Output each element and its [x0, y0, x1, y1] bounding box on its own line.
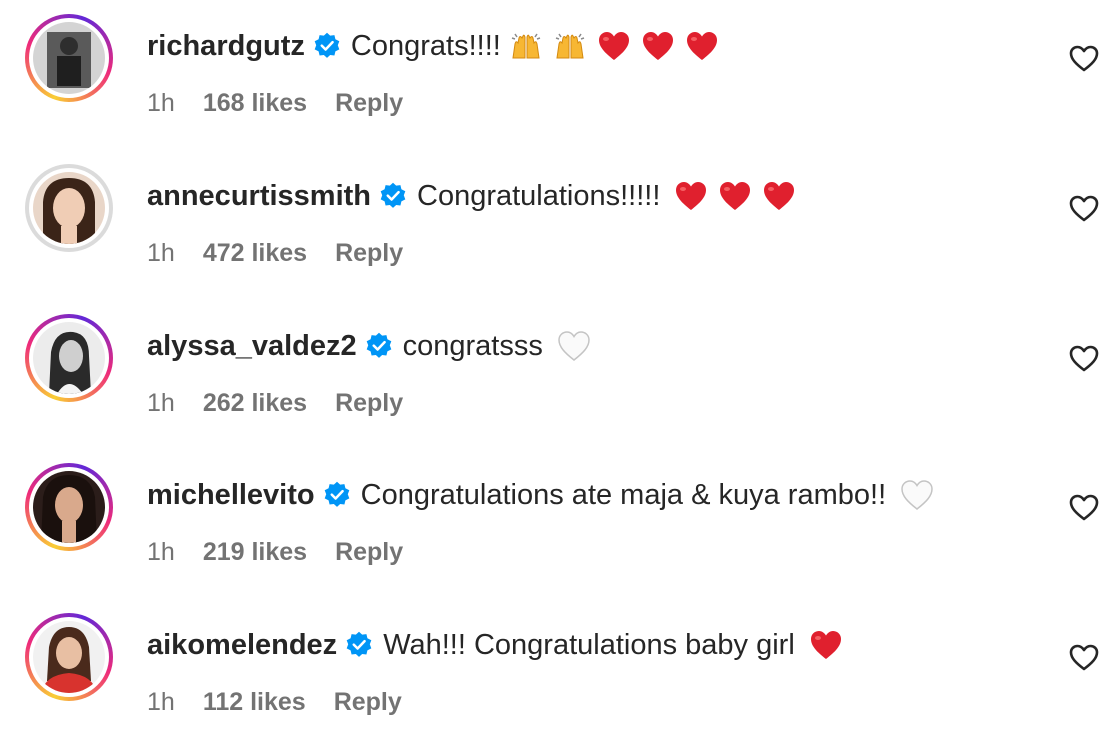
username-link[interactable]: alyssa_valdez2 — [147, 326, 357, 366]
red-heart-emoji-icon — [598, 32, 629, 60]
avatar-story-ring[interactable] — [25, 613, 113, 701]
username-link[interactable]: annecurtissmith — [147, 176, 371, 216]
comment-item: alyssa_valdez2 congratsss 1h 262 likes R… — [0, 300, 1120, 430]
username-link[interactable]: aikomelendez — [147, 625, 337, 665]
heart-outline-icon[interactable] — [1067, 42, 1101, 74]
comment-text: Congrats!!!! — [350, 30, 501, 62]
comment-time[interactable]: 1h — [147, 86, 175, 120]
heart-outline-icon[interactable] — [1067, 491, 1101, 523]
heart-outline-icon[interactable] — [1067, 342, 1101, 374]
likes-count[interactable]: 112 likes — [203, 685, 306, 719]
red-heart-emoji-icon — [642, 32, 673, 60]
comment-time[interactable]: 1h — [147, 535, 175, 569]
likes-count[interactable]: 219 likes — [203, 535, 307, 569]
comment-emojis — [900, 479, 934, 511]
likes-count[interactable]: 168 likes — [203, 86, 307, 120]
red-heart-emoji-icon — [764, 182, 795, 210]
verified-badge-icon — [324, 481, 349, 507]
raising-hands-emoji-icon — [555, 33, 585, 59]
verified-badge-icon — [380, 182, 406, 208]
comment-emojis — [809, 629, 843, 661]
comment-item: richardgutz Congrats!!!! 1h 168 likes Re… — [0, 0, 1120, 130]
comment-text: congratsss — [402, 330, 543, 362]
likes-count[interactable]: 262 likes — [203, 386, 307, 420]
white-heart-emoji-icon — [901, 480, 933, 510]
verified-badge-icon — [366, 332, 391, 358]
avatar — [33, 471, 105, 543]
comment-time[interactable]: 1h — [147, 386, 175, 420]
reply-button[interactable]: Reply — [334, 685, 402, 719]
raising-hands-emoji-icon — [511, 33, 541, 59]
avatar-story-ring[interactable] — [25, 463, 113, 551]
avatar-story-ring[interactable] — [25, 314, 113, 402]
heart-outline-icon[interactable] — [1067, 192, 1101, 224]
avatar — [33, 22, 105, 94]
likes-count[interactable]: 472 likes — [203, 236, 307, 270]
reply-button[interactable]: Reply — [335, 386, 403, 420]
reply-button[interactable]: Reply — [335, 535, 403, 569]
white-heart-emoji-icon — [558, 331, 590, 361]
comment-item: annecurtissmith Congratulations!!!!! 1h … — [0, 150, 1120, 280]
comment-item: michellevito Congratulations ate maja & … — [0, 449, 1120, 579]
red-heart-emoji-icon — [720, 182, 751, 210]
comment-text: Congratulations ate maja & kuya rambo!! — [360, 479, 887, 511]
red-heart-emoji-icon — [810, 631, 841, 659]
comment-item: aikomelendez Wah!!! Congratulations baby… — [0, 599, 1120, 729]
verified-badge-icon — [314, 32, 340, 58]
avatar — [33, 322, 105, 394]
avatar — [33, 172, 105, 244]
comment-time[interactable]: 1h — [147, 236, 175, 270]
comment-emojis — [674, 180, 796, 212]
heart-outline-icon[interactable] — [1067, 641, 1101, 673]
comment-emojis — [557, 330, 591, 362]
verified-badge-icon — [346, 631, 372, 657]
reply-button[interactable]: Reply — [335, 86, 403, 120]
comment-emojis — [509, 30, 719, 62]
username-link[interactable]: michellevito — [147, 475, 315, 515]
comment-text: Wah!!! Congratulations baby girl — [383, 629, 795, 661]
avatar — [33, 621, 105, 693]
avatar-ring[interactable] — [25, 164, 113, 252]
comment-text: Congratulations!!!!! — [417, 180, 661, 212]
red-heart-emoji-icon — [676, 182, 707, 210]
reply-button[interactable]: Reply — [335, 236, 403, 270]
comment-time[interactable]: 1h — [147, 685, 175, 719]
red-heart-emoji-icon — [686, 32, 717, 60]
comments-list: richardgutz Congrats!!!! 1h 168 likes Re… — [0, 0, 1120, 752]
avatar-story-ring[interactable] — [25, 14, 113, 102]
username-link[interactable]: richardgutz — [147, 26, 305, 66]
